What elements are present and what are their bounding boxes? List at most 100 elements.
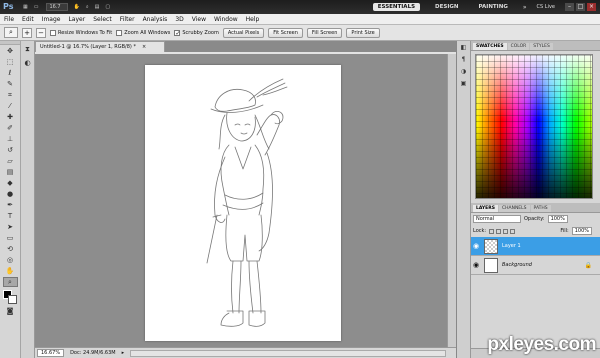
gradient-tool-icon[interactable]: ▤: [3, 167, 18, 177]
brush-tool-icon[interactable]: ✐: [3, 123, 18, 133]
zoom-tool-preset-icon[interactable]: ⌕: [4, 27, 18, 38]
tools-grip[interactable]: [0, 41, 20, 45]
scrubby-zoom-label: Scrubby Zoom: [182, 29, 219, 36]
crop-tool-icon[interactable]: ⌗: [3, 90, 18, 100]
document-tab[interactable]: Untitled-1 @ 16.7% (Layer 1, RGB/8) * ×: [35, 41, 165, 52]
zoom-in-icon[interactable]: +: [22, 27, 32, 38]
layer-row-layer-1[interactable]: ◉ Layer 1: [471, 237, 600, 256]
swatch-grid[interactable]: [475, 54, 593, 199]
resize-windows-label: Resize Windows To Fit: [58, 29, 113, 36]
tab-layers[interactable]: LAYERS: [473, 205, 498, 212]
close-icon[interactable]: ×: [587, 3, 596, 11]
fit-screen-button[interactable]: Fit Screen: [268, 27, 303, 38]
color-swatches[interactable]: [2, 290, 18, 305]
zoom-field[interactable]: 16.67%: [37, 349, 65, 357]
hand-tool-icon[interactable]: ✋: [3, 266, 18, 276]
bridge-icon[interactable]: ▦: [23, 4, 28, 10]
clone-stamp-tool-icon[interactable]: ⊥: [3, 134, 18, 144]
menu-view[interactable]: View: [192, 16, 206, 23]
workspace-essentials[interactable]: ESSENTIALS: [372, 3, 421, 11]
tab-paths[interactable]: PATHS: [530, 205, 551, 212]
fill-screen-button[interactable]: Fill Screen: [306, 27, 343, 38]
menu-3d[interactable]: 3D: [175, 16, 183, 23]
status-arrow-icon[interactable]: ▸: [122, 350, 125, 356]
history-panel-icon[interactable]: ⧗: [23, 45, 33, 55]
document-info[interactable]: Doc: 24.9M/6.63M: [70, 350, 116, 356]
lock-image-icon[interactable]: [496, 228, 502, 234]
close-document-icon[interactable]: ×: [142, 42, 146, 52]
lock-all-icon[interactable]: [510, 228, 516, 234]
quick-select-tool-icon[interactable]: ✎: [3, 79, 18, 89]
more-workspaces-icon[interactable]: »: [523, 4, 527, 11]
move-tool-icon[interactable]: ✥: [3, 46, 18, 56]
blur-tool-icon[interactable]: ◆: [3, 178, 18, 188]
opacity-input[interactable]: 100%: [547, 215, 568, 223]
menu-image[interactable]: Image: [42, 16, 61, 23]
cs-live-button[interactable]: CS Live: [537, 4, 555, 10]
layer-name[interactable]: Background: [502, 262, 532, 268]
history-brush-tool-icon[interactable]: ↺: [3, 145, 18, 155]
vertical-scrollbar[interactable]: [447, 54, 456, 347]
zoom-out-icon[interactable]: −: [36, 27, 46, 38]
color-panel-icon[interactable]: ◧: [459, 44, 468, 53]
healing-brush-tool-icon[interactable]: ✚: [3, 112, 18, 122]
print-size-button[interactable]: Print Size: [346, 27, 380, 38]
zoom-all-windows-checkbox[interactable]: Zoom All Windows: [116, 29, 170, 36]
menu-window[interactable]: Window: [214, 16, 238, 23]
screen-mode-icon[interactable]: ▢: [105, 4, 110, 10]
zoom-tool-icon[interactable]: ⌕: [2, 277, 18, 287]
panel-icon-dock: ◧ ¶ ◑ ▣: [456, 41, 471, 358]
workspace-design[interactable]: DESIGN: [430, 3, 463, 11]
path-selection-tool-icon[interactable]: ➤: [3, 222, 18, 232]
lock-transparent-icon[interactable]: [489, 228, 495, 234]
arrange-documents-icon[interactable]: ▤: [95, 4, 100, 10]
menu-layer[interactable]: Layer: [68, 16, 85, 23]
menu-filter[interactable]: Filter: [120, 16, 135, 23]
menu-help[interactable]: Help: [246, 16, 260, 23]
visibility-eye-icon[interactable]: ◉: [471, 242, 481, 250]
lock-position-icon[interactable]: [503, 228, 509, 234]
type-tool-icon[interactable]: T: [3, 211, 18, 221]
tab-color[interactable]: COLOR: [507, 43, 530, 50]
layer-name[interactable]: Layer 1: [502, 243, 521, 249]
maximize-icon[interactable]: □: [576, 3, 585, 11]
3d-orbit-tool-icon[interactable]: ◎: [3, 255, 18, 265]
menu-file[interactable]: File: [4, 16, 14, 23]
hand-icon[interactable]: ✋: [74, 4, 80, 10]
background-color[interactable]: [7, 295, 17, 304]
resize-windows-checkbox[interactable]: Resize Windows To Fit: [50, 29, 113, 36]
visibility-eye-icon[interactable]: ◉: [471, 261, 481, 269]
minimize-icon[interactable]: –: [565, 3, 574, 11]
adjustments-panel-icon[interactable]: ◑: [459, 68, 468, 77]
scrubby-zoom-checkbox[interactable]: ✓ Scrubby Zoom: [174, 29, 219, 36]
minibridge-icon[interactable]: ▭: [34, 4, 39, 10]
workspace-painting[interactable]: PAINTING: [474, 3, 513, 11]
menu-edit[interactable]: Edit: [22, 16, 34, 23]
3d-rotate-tool-icon[interactable]: ⟲: [3, 244, 18, 254]
layer-row-background[interactable]: ◉ Background 🔒: [471, 256, 600, 275]
canvas-area[interactable]: [35, 54, 456, 347]
zoom-icon[interactable]: ⌕: [86, 4, 89, 10]
marquee-tool-icon[interactable]: ⬚: [3, 57, 18, 67]
tab-styles[interactable]: STYLES: [530, 43, 553, 50]
canvas-page[interactable]: [145, 65, 341, 341]
tab-swatches[interactable]: SWATCHES: [473, 43, 507, 50]
menu-analysis[interactable]: Analysis: [143, 16, 168, 23]
eraser-tool-icon[interactable]: ▱: [3, 156, 18, 166]
blend-mode-select[interactable]: Normal: [473, 215, 521, 223]
lasso-tool-icon[interactable]: ℓ: [3, 68, 18, 78]
quick-mask-icon[interactable]: ◙: [3, 306, 18, 316]
dodge-tool-icon[interactable]: ●: [3, 189, 18, 199]
navigator-panel-icon[interactable]: ◐: [23, 59, 33, 69]
actual-pixels-button[interactable]: Actual Pixels: [222, 27, 265, 38]
eyedropper-tool-icon[interactable]: ⁄: [3, 101, 18, 111]
pen-tool-icon[interactable]: ✒: [3, 200, 18, 210]
masks-panel-icon[interactable]: ▣: [459, 80, 468, 89]
menu-select[interactable]: Select: [93, 16, 112, 23]
shape-tool-icon[interactable]: ▭: [3, 233, 18, 243]
horizontal-scrollbar[interactable]: [130, 349, 446, 357]
fill-input[interactable]: 100%: [571, 227, 592, 235]
paragraph-panel-icon[interactable]: ¶: [459, 56, 468, 65]
zoom-level-dropdown[interactable]: 16.7: [46, 3, 68, 11]
tab-channels[interactable]: CHANNELS: [498, 205, 530, 212]
